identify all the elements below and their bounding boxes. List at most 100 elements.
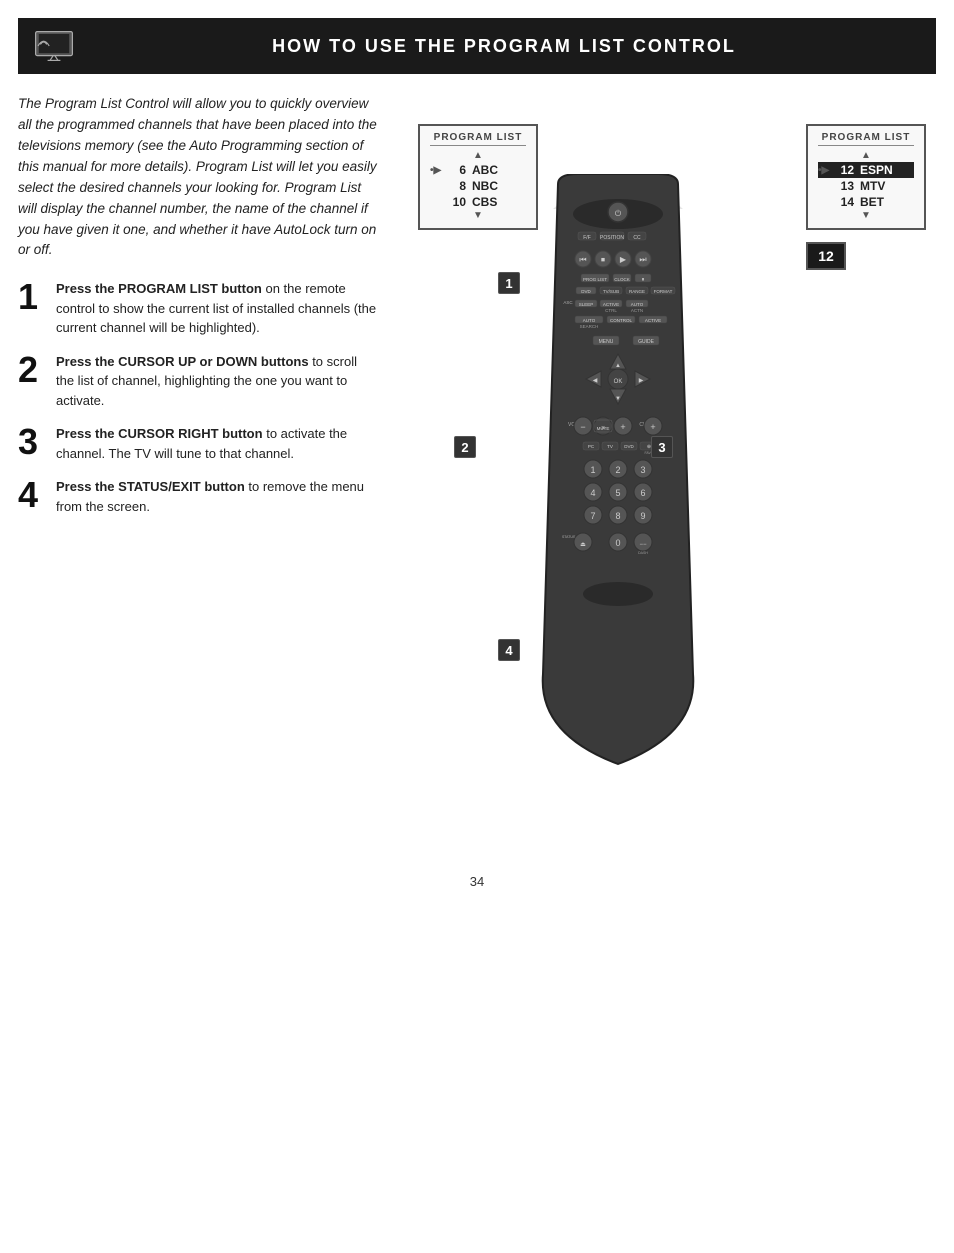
svg-text:MUTE: MUTE — [597, 426, 610, 431]
svg-text:OK: OK — [614, 379, 623, 385]
svg-text:1: 1 — [590, 465, 595, 475]
svg-text:AUTO: AUTO — [583, 318, 596, 323]
svg-text:+: + — [650, 422, 655, 432]
svg-text:DASH: DASH — [638, 551, 648, 555]
pl-ch-13: 13 — [832, 179, 860, 193]
svg-text:▶: ▶ — [620, 255, 627, 264]
step-badge-4: 4 — [498, 639, 520, 661]
svg-text:MENU: MENU — [599, 339, 614, 345]
svg-text:DVD: DVD — [624, 444, 634, 449]
channel-display-area: 12 — [806, 242, 926, 270]
page-number: 34 — [0, 864, 954, 899]
step-1-number: 1 — [18, 279, 46, 315]
pl-ch-10: 10 — [444, 195, 472, 209]
step-2-number: 2 — [18, 352, 46, 388]
svg-text:SEARCH: SEARCH — [580, 324, 599, 329]
program-list-screen-left: PROGRAM LIST ▲ •▶ 6 ABC 8 NBC — [418, 124, 538, 230]
svg-text:5: 5 — [615, 488, 620, 498]
svg-text:4: 4 — [590, 488, 595, 498]
pl-ch-12: 12 — [832, 163, 860, 177]
step-4-text: Press the STATUS/EXIT button to remove t… — [56, 477, 378, 516]
step-2-bold: Press the CURSOR UP or DOWN buttons — [56, 354, 309, 369]
svg-text:⏭: ⏭ — [639, 255, 646, 264]
svg-text:⏏: ⏏ — [580, 542, 586, 548]
svg-text:◀: ◀ — [593, 378, 598, 384]
pl-row-13: 13 MTV — [818, 178, 914, 194]
remote-svg: ⏻ F/F POSITION CC ⏮ ⏹ — [478, 174, 758, 814]
pl-title-right: PROGRAM LIST — [818, 132, 914, 146]
pl-row-14: 14 BET — [818, 194, 914, 210]
svg-text:⏸: ⏸ — [641, 277, 644, 283]
step-2-text: Press the CURSOR UP or DOWN buttons to s… — [56, 352, 378, 411]
pl-name-10: CBS — [472, 195, 526, 209]
pl-up-left: ▲ — [430, 150, 526, 162]
page-title: How to Use the Program List Control — [88, 36, 920, 57]
program-list-screen-right: PROGRAM LIST ▲ •▶ 12 ESPN 13 MTV — [806, 124, 926, 270]
svg-text:CLOCK: CLOCK — [614, 277, 630, 282]
svg-text:ASC: ASC — [563, 300, 573, 305]
svg-text:RANGE: RANGE — [629, 289, 645, 294]
pl-box-left: PROGRAM LIST ▲ •▶ 6 ABC 8 NBC — [418, 124, 538, 230]
svg-text:TV: TV — [607, 444, 613, 449]
step-4-bold: Press the STATUS/EXIT button — [56, 479, 245, 494]
pl-down-right: ▼ — [818, 210, 914, 222]
intro-text: The Program List Control will allow you … — [18, 94, 378, 261]
svg-text:⏹: ⏹ — [601, 255, 605, 264]
pl-row-10: 10 CBS — [430, 194, 526, 210]
svg-text:ACTIVE: ACTIVE — [603, 302, 619, 307]
pl-row-8: 8 NBC — [430, 178, 526, 194]
pl-ch-8: 8 — [444, 179, 472, 193]
step-1-text: Press the PROGRAM LIST button on the rem… — [56, 279, 378, 338]
step-1-bold: Press the PROGRAM LIST button — [56, 281, 262, 296]
pl-arrow-right-12: •▶ — [818, 165, 832, 176]
svg-text:+: + — [620, 422, 625, 432]
diagram-area: PROGRAM LIST ▲ •▶ 6 ABC 8 NBC — [388, 94, 936, 854]
right-column: PROGRAM LIST ▲ •▶ 6 ABC 8 NBC — [388, 94, 936, 854]
step-3-text: Press the CURSOR RIGHT button to activat… — [56, 424, 378, 463]
pl-name-13: MTV — [860, 179, 914, 193]
pl-ch-14: 14 — [832, 195, 860, 209]
pl-name-12: ESPN — [860, 163, 914, 177]
step-4: 4 Press the STATUS/EXIT button to remove… — [18, 477, 378, 516]
svg-text:CONTROL: CONTROL — [610, 318, 632, 323]
svg-text:−−: −− — [639, 542, 647, 548]
svg-text:FORMAT: FORMAT — [654, 289, 673, 294]
steps-list: 1 Press the PROGRAM LIST button on the r… — [18, 279, 378, 516]
pl-name-8: NBC — [472, 179, 526, 193]
svg-text:▼: ▼ — [615, 396, 621, 402]
svg-text:9: 9 — [640, 511, 645, 521]
svg-text:AUTO: AUTO — [631, 302, 644, 307]
svg-text:▲: ▲ — [615, 363, 621, 369]
step-4-number: 4 — [18, 477, 46, 513]
main-content: The Program List Control will allow you … — [0, 74, 954, 864]
step-badge-2: 2 — [454, 436, 476, 458]
step-3-bold: Press the CURSOR RIGHT button — [56, 426, 263, 441]
svg-text:PROG LIST: PROG LIST — [583, 277, 607, 282]
tv-icon — [34, 26, 74, 66]
svg-text:⏮: ⏮ — [579, 255, 586, 264]
pl-row-12: •▶ 12 ESPN — [818, 162, 914, 178]
pl-arrow-left-6: •▶ — [430, 165, 444, 176]
step-badge-3: 3 — [651, 436, 673, 458]
pl-title-left: PROGRAM LIST — [430, 132, 526, 146]
svg-text:7: 7 — [590, 511, 595, 521]
step-1: 1 Press the PROGRAM LIST button on the r… — [18, 279, 378, 338]
pl-ch-6: 6 — [444, 163, 472, 177]
svg-text:SLEEP: SLEEP — [579, 302, 594, 307]
svg-text:PC: PC — [588, 444, 595, 449]
pl-down-left: ▼ — [430, 210, 526, 222]
channel-number-display: 12 — [806, 242, 846, 270]
svg-text:DVD: DVD — [581, 289, 591, 294]
step-3: 3 Press the CURSOR RIGHT button to activ… — [18, 424, 378, 463]
pl-box-right: PROGRAM LIST ▲ •▶ 12 ESPN 13 MTV — [806, 124, 926, 230]
step-3-number: 3 — [18, 424, 46, 460]
svg-text:0: 0 — [615, 538, 620, 548]
step-badge-1: 1 — [498, 272, 520, 294]
page-wrapper: How to Use the Program List Control The … — [0, 18, 954, 899]
svg-text:POSITION: POSITION — [600, 235, 624, 241]
svg-text:CC: CC — [633, 235, 641, 241]
step-2: 2 Press the CURSOR UP or DOWN buttons to… — [18, 352, 378, 411]
left-column: The Program List Control will allow you … — [18, 94, 388, 854]
svg-text:⏻: ⏻ — [615, 209, 622, 218]
pl-row-6: •▶ 6 ABC — [430, 162, 526, 178]
